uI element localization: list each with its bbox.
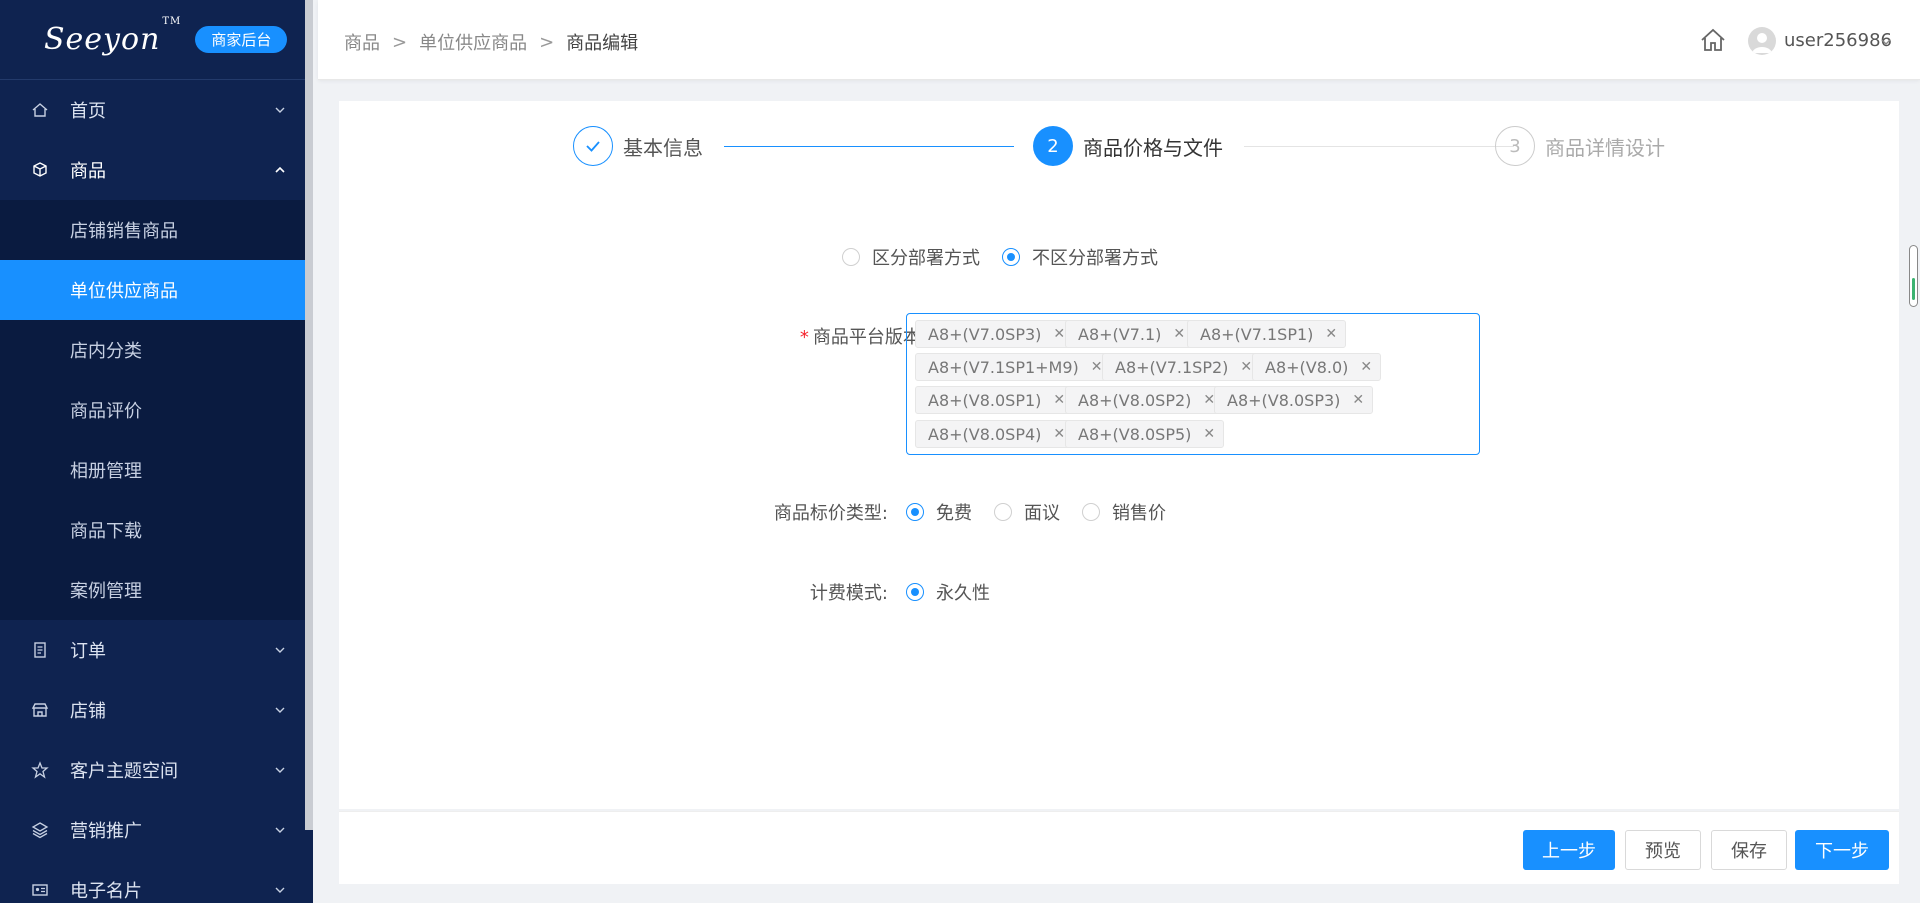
breadcrumb-item-current: 商品编辑 [566, 33, 639, 54]
step-label: 商品价格与文件 [1083, 135, 1223, 160]
close-icon[interactable]: ✕ [1325, 326, 1337, 342]
chevron-down-icon [275, 707, 285, 713]
sidebar-item-customer-theme-space[interactable]: 客户主题空间 [0, 740, 313, 800]
platform-tag: A8+(V8.0SP4) ✕ [915, 420, 1075, 448]
platform-tag: A8+(V8.0) ✕ [1252, 353, 1382, 381]
platform-tag: A8+(V8.0SP1) ✕ [915, 386, 1075, 414]
billing-mode-label: 计费模式: [809, 583, 888, 604]
step-number: 2 [1033, 126, 1073, 166]
user-icon [1752, 33, 1772, 53]
preview-button[interactable]: 预览 [1625, 830, 1701, 870]
chevron-down-icon [275, 647, 285, 653]
step-detail-design: 3 商品详情设计 [1495, 126, 1665, 166]
step-label: 基本信息 [623, 135, 703, 160]
deploy-distinguish-radio[interactable]: 区分部署方式 [842, 244, 980, 270]
save-button[interactable]: 保存 [1711, 830, 1787, 870]
price-sale-radio[interactable]: 销售价 [1082, 499, 1166, 525]
step-basic-info: 基本信息 [573, 126, 703, 166]
platform-tag: A8+(V7.1SP1+M9) ✕ [915, 353, 1112, 381]
close-icon[interactable]: ✕ [1053, 426, 1065, 442]
sidebar-item-case-management[interactable]: 案例管理 [0, 560, 313, 620]
sidebar-item-product-reviews[interactable]: 商品评价 [0, 380, 313, 440]
sidebar-item-home[interactable]: 首页 [0, 80, 313, 140]
home-icon[interactable] [1700, 28, 1726, 52]
products-submenu: 店铺销售商品 单位供应商品 店内分类 商品评价 相册管理 商品下载 案例管理 [0, 200, 313, 620]
sidebar-item-album-management[interactable]: 相册管理 [0, 440, 313, 500]
price-free-radio[interactable]: 免费 [906, 499, 972, 525]
price-negotiable-radio[interactable]: 面议 [994, 499, 1060, 525]
close-icon[interactable]: ✕ [1053, 326, 1065, 342]
store-icon [31, 703, 49, 717]
billing-mode-group: 永久性 [906, 579, 990, 605]
chevron-down-icon [275, 887, 285, 893]
logo-area: SeeyonTM 商家后台 [0, 0, 313, 80]
close-icon[interactable]: ✕ [1240, 359, 1252, 375]
next-step-button[interactable]: 下一步 [1795, 830, 1889, 870]
sidebar-item-product-download[interactable]: 商品下载 [0, 500, 313, 560]
chevron-down-icon[interactable] [1880, 36, 1892, 48]
step-price-files: 2 商品价格与文件 [1033, 126, 1223, 166]
platform-tag: A8+(V8.0SP2) ✕ [1065, 386, 1225, 414]
step-connector [1244, 146, 1514, 147]
platform-tag: A8+(V7.1) ✕ [1065, 320, 1195, 348]
sidebar: SeeyonTM 商家后台 首页 商品 店铺销售商品 单位供应商品 店内分类 商… [0, 0, 313, 903]
chevron-up-icon [275, 166, 285, 173]
sidebar-item-marketing[interactable]: 营销推广 [0, 800, 313, 860]
id-card-icon [32, 884, 48, 896]
price-type-label: 商品标价类型: [773, 503, 888, 524]
avatar[interactable] [1748, 27, 1776, 55]
sidebar-item-business-card[interactable]: 电子名片 [0, 860, 313, 903]
edit-form-card: 基本信息 2 商品价格与文件 3 商品详情设计 区分部署方式 不区分部署方式 *… [339, 101, 1899, 809]
sidebar-item-orders[interactable]: 订单 [0, 620, 313, 680]
breadcrumb-separator: > [539, 31, 555, 53]
price-type-group: 免费 面议 销售价 [906, 499, 1166, 525]
platform-tag: A8+(V8.0SP3) ✕ [1214, 386, 1374, 414]
breadcrumb-separator: > [392, 31, 408, 53]
chevron-down-icon [275, 827, 285, 833]
brand-logo: SeeyonTM [44, 16, 182, 57]
merchant-backend-badge: 商家后台 [195, 26, 288, 53]
platform-tag: A8+(V7.1SP1) ✕ [1187, 320, 1347, 348]
close-icon[interactable]: ✕ [1203, 426, 1215, 442]
chevron-down-icon [275, 767, 285, 773]
sidebar-item-store[interactable]: 店铺 [0, 680, 313, 740]
cube-icon [33, 162, 47, 177]
platform-version-label: * 商品平台版本: [799, 327, 927, 348]
close-icon[interactable]: ✕ [1352, 392, 1364, 408]
breadcrumb: 商品 > 单位供应商品 > 商品编辑 [344, 29, 638, 55]
platform-tag: A8+(V7.0SP3) ✕ [915, 320, 1075, 348]
chevron-down-icon [275, 107, 285, 113]
prev-step-button[interactable]: 上一步 [1523, 830, 1615, 870]
layers-icon [31, 822, 49, 839]
page-scrollbar[interactable] [1909, 245, 1918, 307]
step-connector [724, 146, 1014, 147]
close-icon[interactable]: ✕ [1360, 359, 1372, 375]
sidebar-item-products[interactable]: 商品 [0, 140, 313, 200]
step-number: 3 [1495, 126, 1535, 166]
username[interactable]: user256986 [1784, 30, 1892, 51]
breadcrumb-item-unit-supply[interactable]: 单位供应商品 [419, 29, 527, 55]
star-icon [31, 761, 49, 779]
deploy-mode-group: 区分部署方式 不区分部署方式 [842, 244, 1158, 270]
sidebar-scrollbar[interactable] [305, 0, 313, 830]
sidebar-item-store-categories[interactable]: 店内分类 [0, 320, 313, 380]
check-icon [586, 141, 600, 152]
home-icon [32, 103, 48, 117]
billing-permanent-radio[interactable]: 永久性 [906, 579, 990, 605]
top-header: 商品 > 单位供应商品 > 商品编辑 user256986 [318, 0, 1920, 80]
deploy-no-distinguish-radio[interactable]: 不区分部署方式 [1002, 244, 1158, 270]
breadcrumb-item-products[interactable]: 商品 [344, 29, 380, 55]
sidebar-item-store-sales-products[interactable]: 店铺销售商品 [0, 200, 313, 260]
step-label: 商品详情设计 [1545, 135, 1665, 160]
action-bar: 上一步 预览 保存 下一步 [339, 811, 1899, 884]
close-icon[interactable]: ✕ [1091, 359, 1103, 375]
step-done-circle [573, 126, 613, 166]
platform-version-select[interactable]: A8+(V7.0SP3) ✕ A8+(V7.1) ✕ A8+(V7.1SP1) ✕ A… [906, 313, 1480, 455]
platform-tag: A8+(V7.1SP2) ✕ [1102, 353, 1262, 381]
document-icon [34, 642, 46, 658]
platform-tag: A8+(V8.0SP5) ✕ [1065, 420, 1225, 448]
close-icon[interactable]: ✕ [1173, 326, 1185, 342]
close-icon[interactable]: ✕ [1053, 392, 1065, 408]
sidebar-item-unit-supply-products[interactable]: 单位供应商品 [0, 260, 313, 320]
